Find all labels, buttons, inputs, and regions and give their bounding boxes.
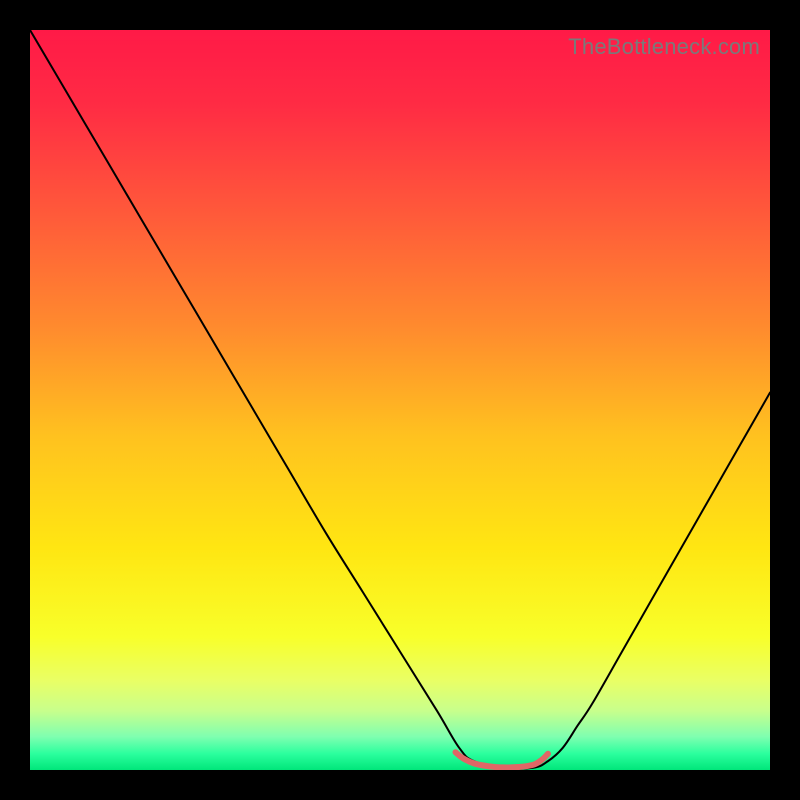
bottleneck-curve (30, 30, 770, 769)
watermark-text: TheBottleneck.com (568, 34, 760, 60)
sweet-spot-band (456, 752, 549, 767)
curve-layer (30, 30, 770, 770)
chart-frame: TheBottleneck.com (0, 0, 800, 800)
plot-area: TheBottleneck.com (30, 30, 770, 770)
